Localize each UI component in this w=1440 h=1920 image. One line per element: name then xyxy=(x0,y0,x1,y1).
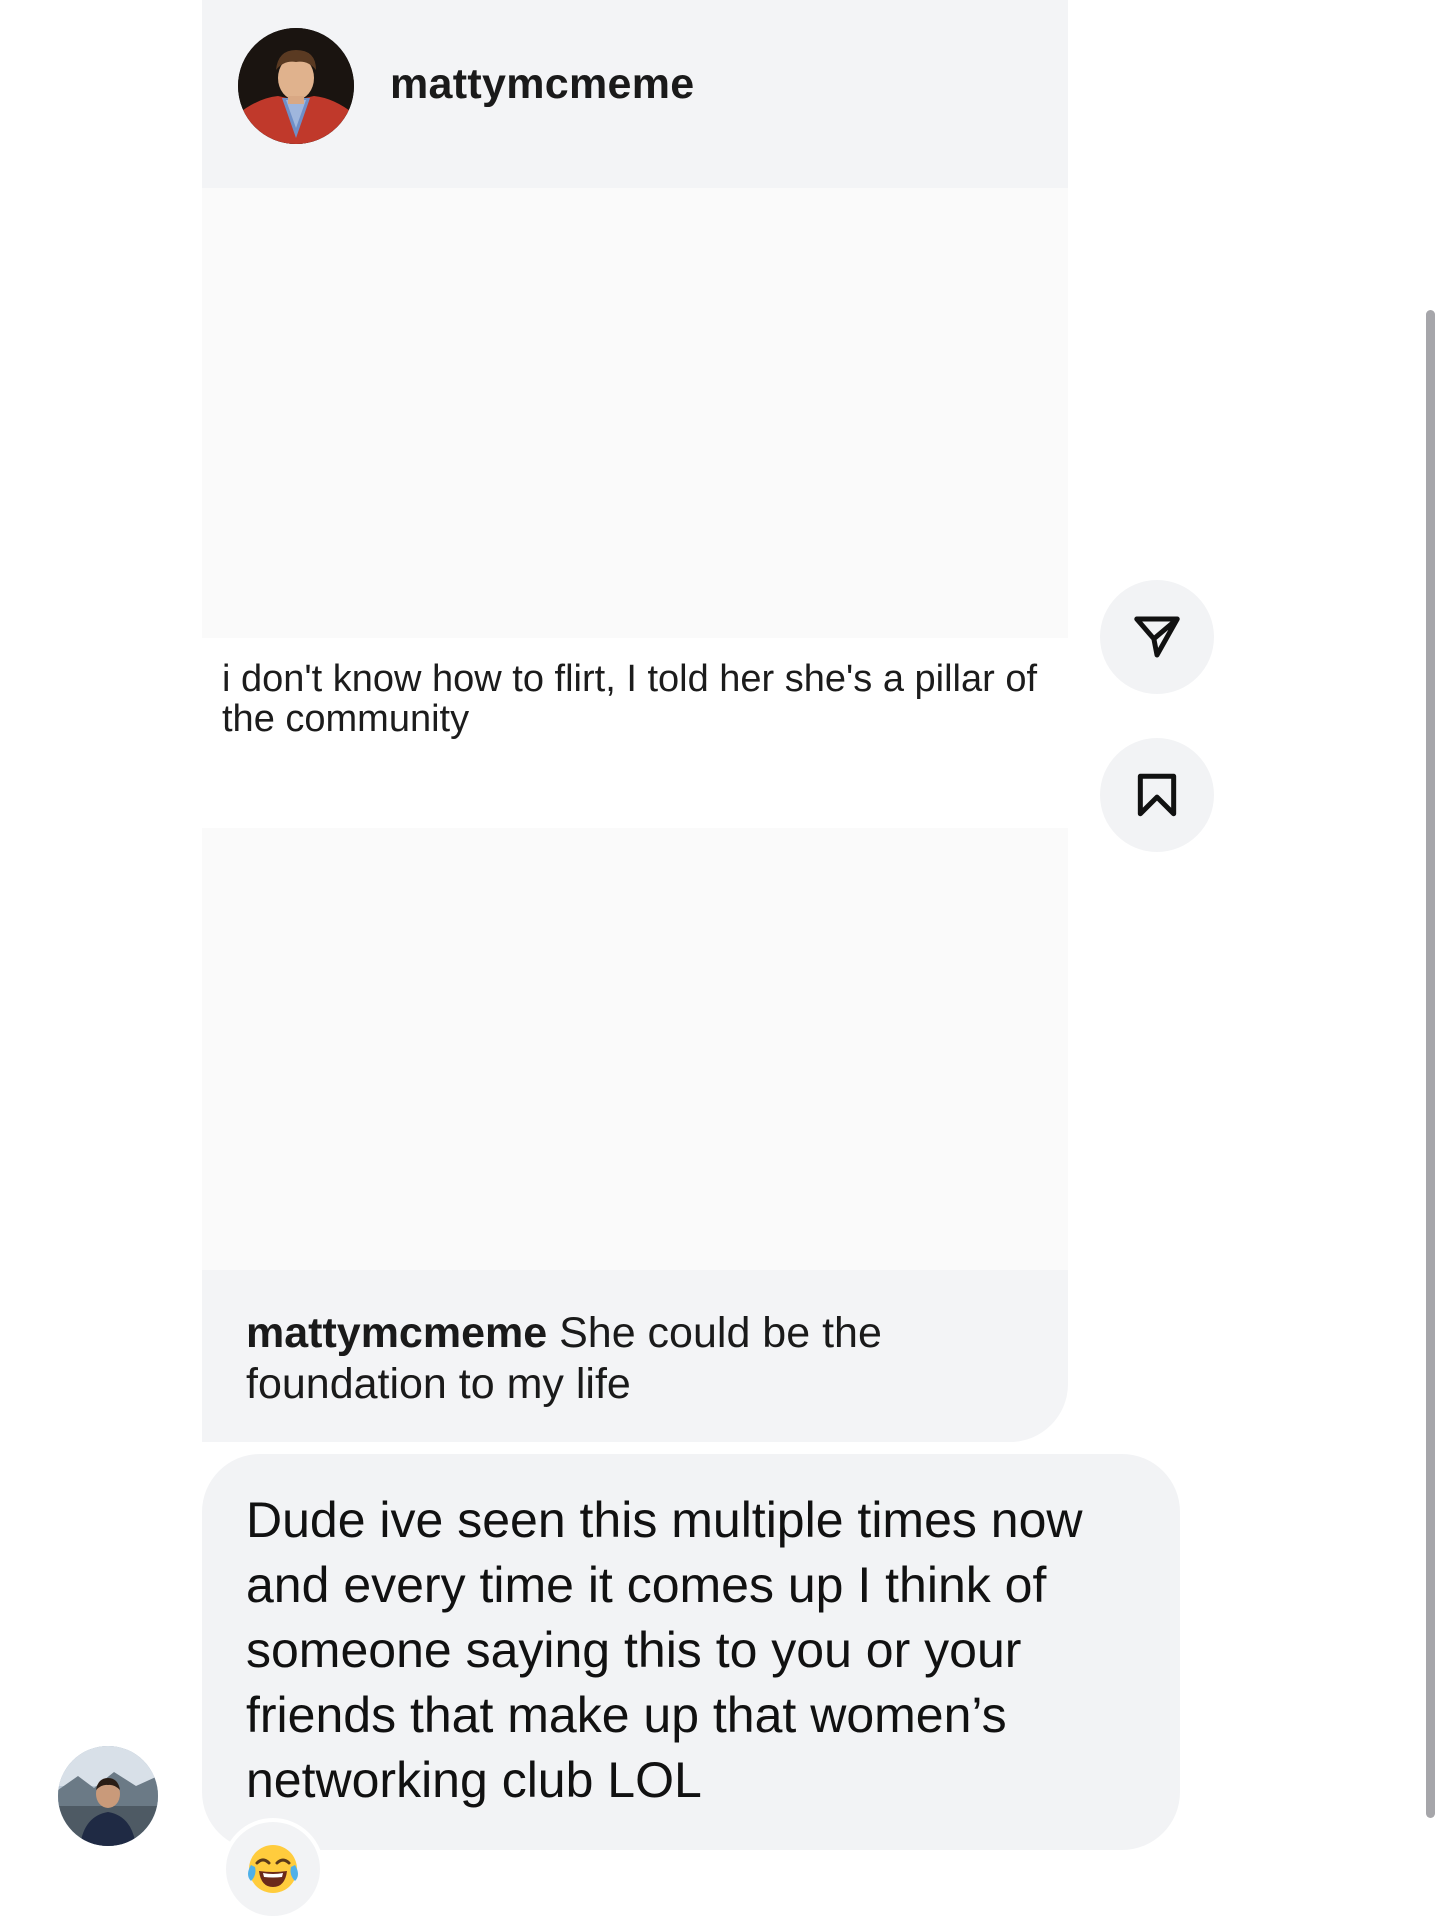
post-author-avatar[interactable] xyxy=(238,28,354,144)
face-with-tears-of-joy-icon xyxy=(248,1845,298,1893)
meme-text-band: i don't know how to flirt, I told her sh… xyxy=(202,638,1068,828)
dm-conversation: mattymcmeme i don't know how to flirt, I… xyxy=(0,0,1440,1920)
scrollbar[interactable] xyxy=(1426,310,1435,1818)
paper-plane-icon xyxy=(1134,616,1180,658)
post-caption: mattymcmeme She could be the foundation … xyxy=(246,1308,1036,1409)
meme-text: i don't know how to flirt, I told her sh… xyxy=(222,658,1038,740)
sender-avatar-icon xyxy=(58,1746,158,1846)
caption-username[interactable]: mattymcmeme xyxy=(246,1309,547,1357)
bookmark-icon xyxy=(1137,773,1177,817)
post-image[interactable]: i don't know how to flirt, I told her sh… xyxy=(202,188,1068,1270)
message-text: Dude ive seen this multiple times now an… xyxy=(246,1492,1083,1808)
message-reaction[interactable] xyxy=(222,1818,324,1920)
shared-post-card[interactable]: mattymcmeme i don't know how to flirt, I… xyxy=(202,0,1068,1442)
message-bubble[interactable]: Dude ive seen this multiple times now an… xyxy=(202,1454,1180,1850)
profile-photo-icon xyxy=(238,28,354,144)
sender-avatar[interactable] xyxy=(58,1746,158,1846)
post-username[interactable]: mattymcmeme xyxy=(390,60,694,109)
save-button[interactable] xyxy=(1100,738,1214,852)
share-button[interactable] xyxy=(1100,580,1214,694)
post-header: mattymcmeme xyxy=(202,0,1068,188)
